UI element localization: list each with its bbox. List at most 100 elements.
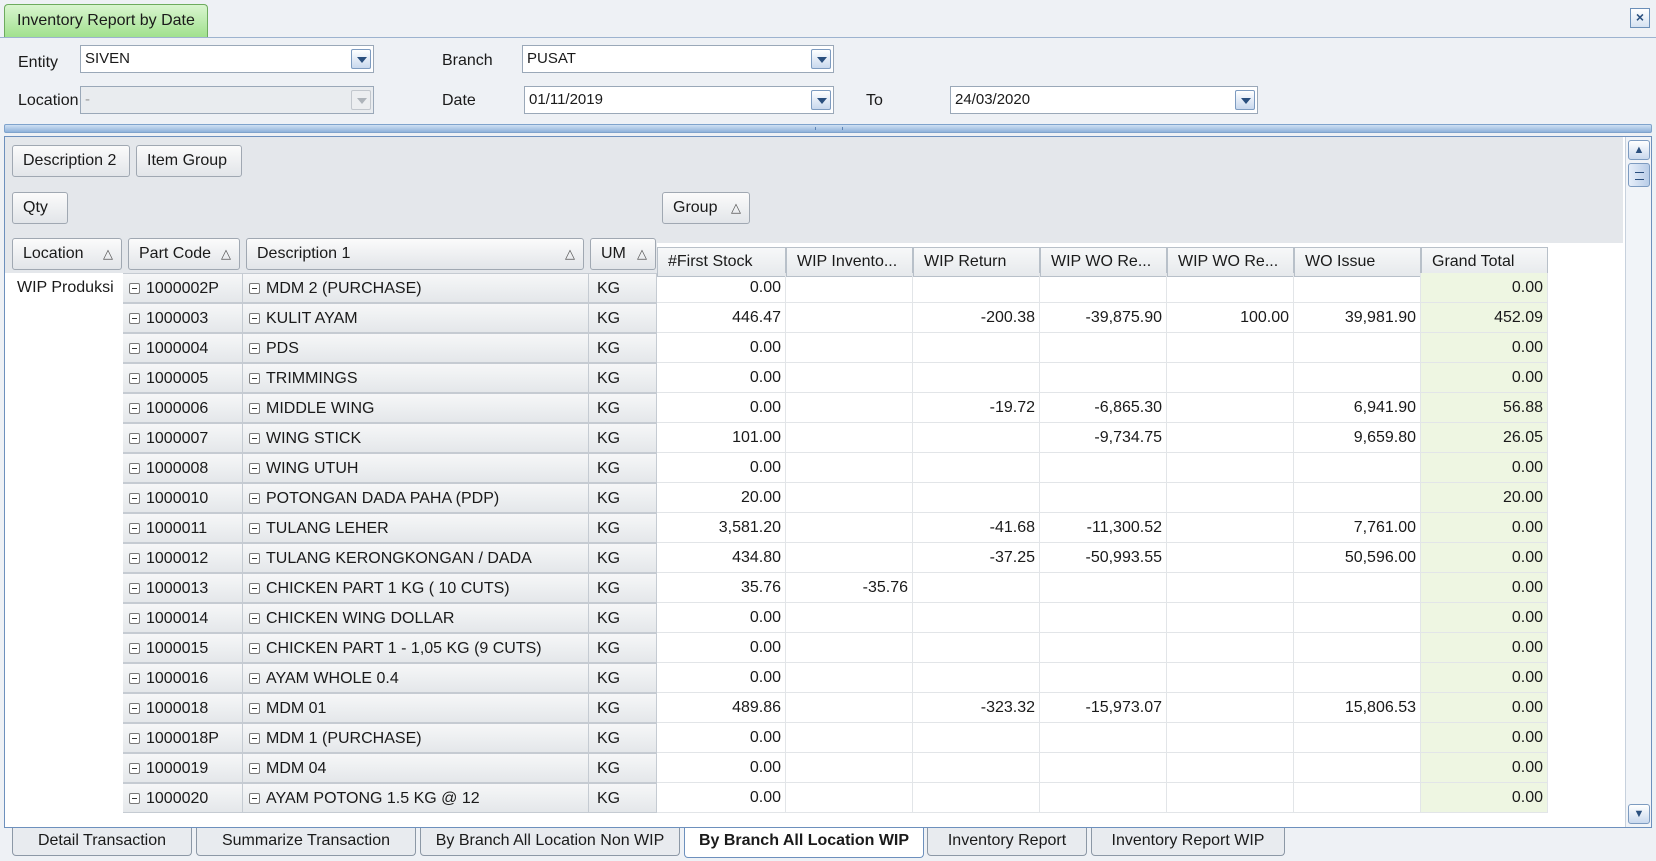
value-cell[interactable]: 20.00 [657, 483, 786, 513]
value-cell[interactable] [913, 663, 1040, 693]
part-code-cell[interactable]: 1000008 [123, 453, 243, 483]
value-cell[interactable] [786, 303, 913, 333]
tab-inventory-report-wip[interactable]: Inventory Report WIP [1091, 828, 1285, 856]
value-cell[interactable]: -11,300.52 [1040, 513, 1167, 543]
collapse-icon[interactable] [249, 523, 260, 534]
value-cell[interactable]: 0.00 [657, 273, 786, 303]
chevron-down-icon[interactable] [811, 49, 831, 69]
value-cell[interactable] [1167, 663, 1294, 693]
value-cell[interactable]: 35.76 [657, 573, 786, 603]
collapse-icon[interactable] [249, 283, 260, 294]
collapse-icon[interactable] [129, 583, 140, 594]
value-cell[interactable] [786, 483, 913, 513]
value-cell[interactable] [786, 663, 913, 693]
grand-total-cell[interactable]: 20.00 [1421, 483, 1548, 513]
value-cell[interactable] [1294, 483, 1421, 513]
value-cell[interactable] [913, 573, 1040, 603]
collapse-icon[interactable] [249, 313, 260, 324]
grand-total-cell[interactable]: 0.00 [1421, 603, 1548, 633]
date-to-picker[interactable]: 24/03/2020 [950, 86, 1258, 114]
value-cell[interactable] [913, 723, 1040, 753]
value-cell[interactable]: 39,981.90 [1294, 303, 1421, 333]
value-cell[interactable] [1040, 663, 1167, 693]
column-field-group[interactable]: Group △ [662, 192, 750, 224]
collapse-icon[interactable] [249, 493, 260, 504]
value-cell[interactable] [913, 273, 1040, 303]
grand-total-cell[interactable]: 0.00 [1421, 453, 1548, 483]
value-cell[interactable]: 0.00 [657, 453, 786, 483]
description-cell[interactable]: MIDDLE WING [243, 393, 589, 423]
chevron-down-icon[interactable] [351, 49, 371, 69]
description-cell[interactable]: PDS [243, 333, 589, 363]
description-cell[interactable]: TULANG LEHER [243, 513, 589, 543]
value-cell[interactable]: -35.76 [786, 573, 913, 603]
description-cell[interactable]: MDM 2 (PURCHASE) [243, 273, 589, 303]
branch-select[interactable]: PUSAT [522, 45, 834, 73]
value-cell[interactable] [1167, 633, 1294, 663]
part-code-cell[interactable]: 1000013 [123, 573, 243, 603]
value-cell[interactable] [1167, 603, 1294, 633]
value-cell[interactable] [1040, 453, 1167, 483]
value-cell[interactable] [1040, 723, 1167, 753]
value-cell[interactable]: 100.00 [1167, 303, 1294, 333]
value-cell[interactable] [1040, 753, 1167, 783]
description-cell[interactable]: TRIMMINGS [243, 363, 589, 393]
collapse-icon[interactable] [249, 553, 260, 564]
grand-total-cell[interactable]: 0.00 [1421, 753, 1548, 783]
collapse-icon[interactable] [249, 763, 260, 774]
description-cell[interactable]: AYAM POTONG 1.5 KG @ 12 [243, 783, 589, 813]
collapse-icon[interactable] [249, 463, 260, 474]
grand-total-cell[interactable]: 0.00 [1421, 363, 1548, 393]
value-cell[interactable] [1294, 453, 1421, 483]
collapse-icon[interactable] [129, 553, 140, 564]
collapse-icon[interactable] [129, 433, 140, 444]
value-cell[interactable] [786, 513, 913, 543]
part-code-cell[interactable]: 1000015 [123, 633, 243, 663]
part-code-cell[interactable]: 1000010 [123, 483, 243, 513]
value-cell[interactable]: 0.00 [657, 663, 786, 693]
value-cell[interactable] [1167, 723, 1294, 753]
value-cell[interactable] [913, 363, 1040, 393]
value-cell[interactable]: 0.00 [657, 603, 786, 633]
value-cell[interactable]: -15,973.07 [1040, 693, 1167, 723]
value-cell[interactable] [1040, 483, 1167, 513]
value-cell[interactable] [1167, 693, 1294, 723]
panel-splitter[interactable] [4, 124, 1652, 133]
collapse-icon[interactable] [129, 463, 140, 474]
value-cell[interactable] [1167, 753, 1294, 783]
description-cell[interactable]: MDM 01 [243, 693, 589, 723]
value-cell[interactable] [913, 453, 1040, 483]
part-code-cell[interactable]: 1000020 [123, 783, 243, 813]
value-cell[interactable]: 0.00 [657, 633, 786, 663]
value-cell[interactable]: 9,659.80 [1294, 423, 1421, 453]
value-cell[interactable]: 50,596.00 [1294, 543, 1421, 573]
collapse-icon[interactable] [249, 343, 260, 354]
value-cell[interactable] [1040, 633, 1167, 663]
value-cell[interactable]: 0.00 [657, 753, 786, 783]
collapse-icon[interactable] [129, 313, 140, 324]
description-cell[interactable]: WING STICK [243, 423, 589, 453]
grand-total-cell[interactable]: 0.00 [1421, 333, 1548, 363]
tab-by-branch-all-location-wip[interactable]: By Branch All Location WIP [684, 828, 924, 858]
value-cell[interactable] [1294, 633, 1421, 663]
value-cell[interactable] [1294, 663, 1421, 693]
grand-total-cell[interactable]: 0.00 [1421, 573, 1548, 603]
value-cell[interactable] [786, 423, 913, 453]
value-cell[interactable] [1167, 363, 1294, 393]
value-cell[interactable]: 0.00 [657, 363, 786, 393]
row-field-part-code[interactable]: Part Code △ [128, 238, 240, 270]
value-cell[interactable]: -50,993.55 [1040, 543, 1167, 573]
value-cell[interactable] [913, 633, 1040, 663]
collapse-icon[interactable] [129, 343, 140, 354]
collapse-icon[interactable] [249, 733, 260, 744]
field-item-group[interactable]: Item Group [136, 145, 242, 177]
value-cell[interactable]: 101.00 [657, 423, 786, 453]
part-code-cell[interactable]: 1000011 [123, 513, 243, 543]
value-cell[interactable]: 3,581.20 [657, 513, 786, 543]
value-cell[interactable] [1167, 393, 1294, 423]
value-cell[interactable] [913, 423, 1040, 453]
part-code-cell[interactable]: 1000007 [123, 423, 243, 453]
value-cell[interactable] [786, 393, 913, 423]
grand-total-cell[interactable]: 0.00 [1421, 723, 1548, 753]
chevron-down-icon[interactable] [811, 90, 831, 110]
